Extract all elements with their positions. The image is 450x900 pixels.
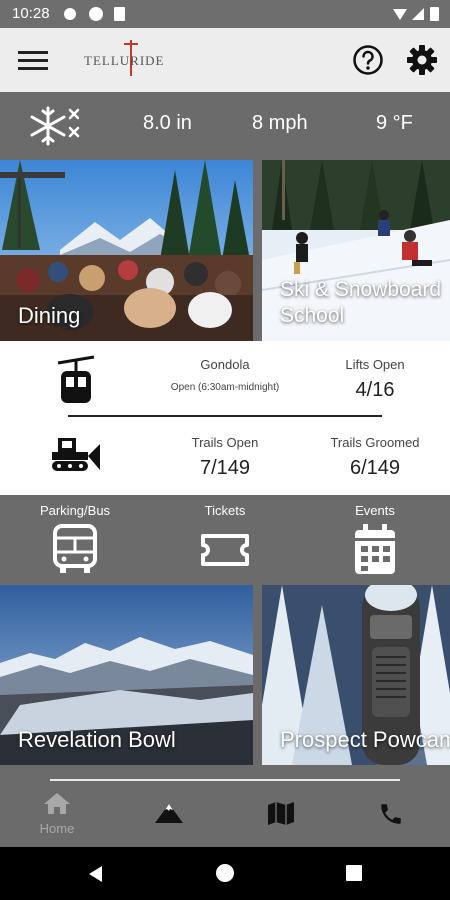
mountain-icon	[155, 804, 183, 823]
ticket-icon	[201, 534, 249, 566]
revelation-bowl-label: Revelation Bowl	[18, 727, 176, 752]
dining-tile[interactable]: Dining	[0, 160, 253, 341]
bottom-navigation: Home	[0, 765, 450, 847]
nav-mountain[interactable]	[154, 801, 186, 827]
home-icon	[44, 793, 70, 814]
app-header: TELLURIDE	[0, 28, 450, 92]
dining-label: Dining	[18, 303, 81, 328]
status-system-icons	[393, 7, 439, 21]
mountain-status-panel: Gondola Open (6:30am-midnight) Lifts Ope…	[0, 341, 450, 495]
tile-divider	[253, 585, 262, 765]
settings-gear-icon[interactable]	[406, 44, 438, 76]
snowcat-groomer-icon	[52, 438, 100, 471]
status-divider	[68, 415, 382, 417]
events-label: Events	[355, 503, 395, 518]
events-link[interactable]: Events	[315, 503, 435, 585]
home-button-icon[interactable]	[215, 863, 235, 883]
gondola-icon	[57, 355, 95, 403]
revelation-bowl-tile[interactable]: Revelation Bowl	[0, 585, 253, 765]
ski-school-tile[interactable]: Ski & Snowboard School	[262, 160, 450, 341]
ski-school-label: Ski & Snowboard School	[280, 278, 442, 327]
map-icon	[268, 802, 294, 825]
help-icon[interactable]	[352, 44, 384, 76]
bus-icon	[53, 524, 97, 573]
status-notification-icons	[64, 7, 125, 21]
phone-icon	[381, 804, 401, 824]
system-navigation-bar	[0, 847, 450, 900]
snow-depth: 8.0 in	[143, 112, 192, 134]
tickets-link[interactable]: Tickets	[165, 503, 285, 585]
nav-indicator-line	[50, 779, 400, 781]
lifts-open-label: Lifts Open	[345, 357, 405, 372]
trails-groomed-label: Trails Groomed	[330, 435, 420, 450]
tile-divider	[253, 160, 262, 341]
recents-icon[interactable]	[345, 864, 363, 882]
snowflake-icon	[30, 106, 80, 146]
prospect-powcam-tile[interactable]: Prospect Powcam	[262, 585, 450, 765]
lifts-open-value: 4/16	[355, 379, 395, 401]
quick-links-bar: Parking/Bus Tickets Events	[0, 495, 450, 585]
brand-logo: TELLURIDE	[84, 40, 184, 80]
trails-open-label: Trails Open	[191, 435, 259, 450]
nav-phone[interactable]	[378, 801, 406, 827]
status-bar: 10:28	[0, 0, 450, 28]
back-icon[interactable]	[86, 864, 106, 884]
wind-speed: 8 mph	[252, 112, 308, 134]
brand-wordmark: TELLURIDE	[84, 53, 165, 68]
nav-home[interactable]: Home	[30, 791, 84, 836]
trails-open-value: 7/149	[199, 457, 251, 479]
nav-map[interactable]	[266, 801, 298, 827]
status-time: 10:28	[12, 5, 50, 22]
parking-bus-label: Parking/Bus	[39, 503, 111, 518]
gondola-label: Gondola	[200, 357, 250, 372]
tickets-label: Tickets	[204, 503, 246, 518]
parking-bus-link[interactable]: Parking/Bus	[15, 503, 135, 585]
nav-home-label: Home	[39, 821, 75, 836]
prospect-powcam-label: Prospect Powcam	[280, 727, 450, 752]
gondola-hours: Open (6:30am-midnight)	[170, 382, 280, 393]
calendar-icon	[355, 524, 395, 574]
menu-icon[interactable]	[18, 50, 48, 72]
temperature: 9 °F	[376, 112, 413, 134]
trails-groomed-value: 6/149	[349, 457, 401, 479]
weather-bar: 8.0 in 8 mph 9 °F	[0, 92, 450, 160]
